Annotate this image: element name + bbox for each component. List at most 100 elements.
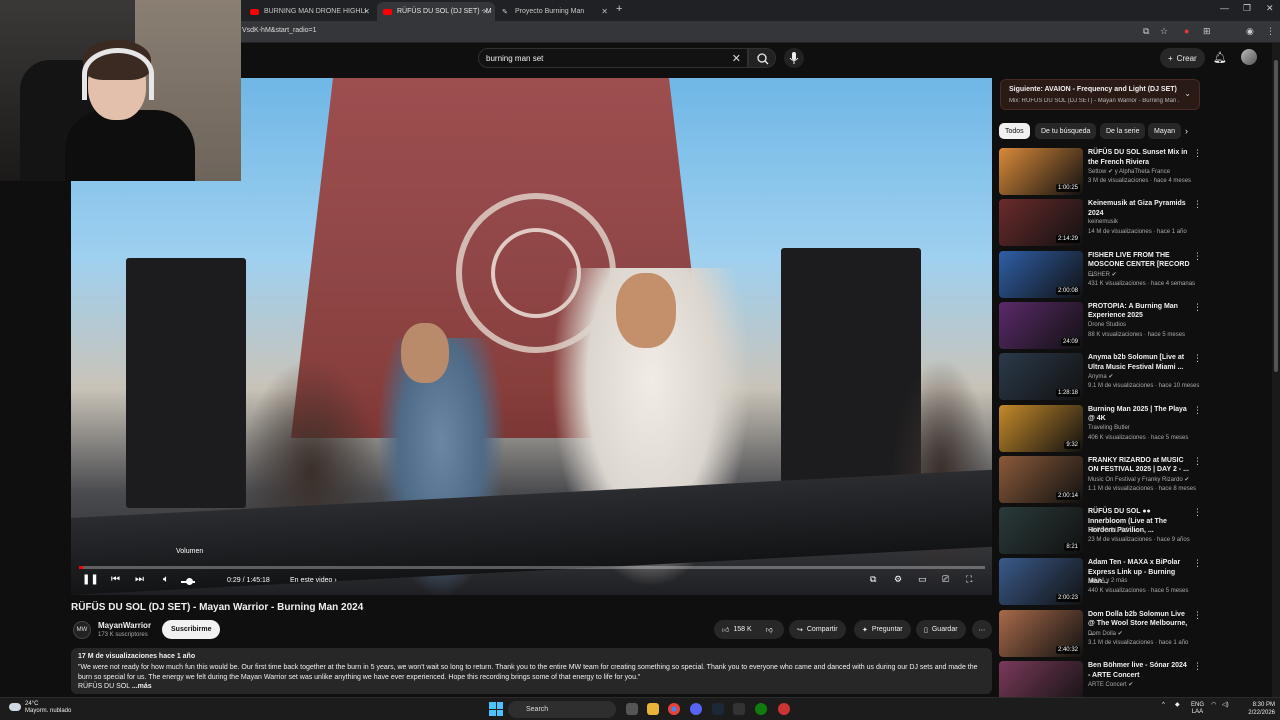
recommendation-title[interactable]: Burning Man 2025 | The Playa @ 4K (1088, 405, 1190, 424)
search-button[interactable] (748, 48, 776, 68)
more-vertical-icon[interactable]: ⋮ (1193, 507, 1202, 518)
dislike-icon[interactable]: 👎︎ (766, 625, 773, 634)
more-vertical-icon[interactable]: ⋮ (1193, 405, 1202, 416)
recommendation-channel[interactable]: FISHER ✔ (1088, 271, 1117, 278)
video-thumbnail[interactable]: 8:21 (999, 507, 1083, 555)
cast-icon[interactable]: ⎚ (942, 574, 949, 585)
voice-search-button[interactable] (784, 48, 804, 68)
video-thumbnail[interactable]: 9:32 (999, 404, 1083, 452)
recommendation-channel[interactable]: ARTE Concert ✔ (1088, 681, 1133, 688)
menu-dots-icon[interactable]: ⋮ (1266, 26, 1275, 37)
miniplayer-icon[interactable]: ▭ (918, 574, 927, 585)
scrollbar-thumb[interactable] (1274, 60, 1278, 372)
maximize-icon[interactable]: ❐ (1243, 3, 1251, 14)
more-actions-button[interactable]: ⋯ (972, 620, 992, 639)
weather-widget[interactable]: 24°C Mayorm. nublado (25, 701, 71, 715)
task-view-icon[interactable] (626, 703, 638, 715)
video-thumbnail[interactable]: 2:14:29 (999, 199, 1083, 247)
install-icon[interactable]: ⧉ (1143, 26, 1149, 37)
close-icon[interactable]: ✕ (363, 7, 370, 16)
new-tab-icon[interactable]: + (616, 3, 622, 15)
recommendation-item[interactable]: 2:40:32 Dom Dolla b2b Solomun Live @ The … (999, 609, 1204, 658)
wifi-icon[interactable]: ◠ (1211, 702, 1216, 709)
clear-icon[interactable]: ✕ (732, 52, 741, 65)
bookmark-star-icon[interactable]: ☆ (1160, 26, 1168, 37)
recommendation-channel[interactable]: MAXA y 2 más (1088, 578, 1127, 584)
channel-avatar[interactable]: MW (73, 621, 91, 639)
save-button[interactable]: ▯ Guardar (916, 620, 966, 639)
recommendation-item[interactable]: 1:00:25 RÜFÜS DU SOL Sunset Mix in the Fr… (999, 148, 1204, 196)
show-more-link[interactable]: ...más (132, 683, 152, 690)
like-icon[interactable]: 👍︎ (722, 625, 729, 634)
more-vertical-icon[interactable]: ⋮ (1193, 558, 1202, 569)
language-indicator[interactable]: ENG LAA (1191, 702, 1204, 716)
xbox-icon[interactable] (755, 703, 767, 715)
video-thumbnail[interactable]: 1:28:18 (999, 353, 1083, 401)
more-vertical-icon[interactable]: ⋮ (1193, 251, 1202, 262)
extension-icon[interactable]: ● (1184, 26, 1189, 36)
recommendation-item[interactable]: 2:00:14 FRANKY RIZARDO at MUSIC ON FESTIV… (999, 455, 1204, 504)
more-vertical-icon[interactable]: ⋮ (1193, 199, 1202, 210)
more-vertical-icon[interactable]: ⋮ (1193, 456, 1202, 467)
description-box[interactable]: 17 M de visualizaciones hace 1 año "We w… (71, 648, 992, 694)
recommendation-channel[interactable]: Settow ✔ y AlphaTheta France (1088, 168, 1170, 175)
subscribe-button[interactable]: Suscribirme (162, 620, 221, 639)
windows-start-icon[interactable] (489, 702, 503, 716)
video-thumbnail[interactable]: 1:00:25 (999, 148, 1083, 195)
up-next-panel[interactable]: Siguiente: AVAION - Frequency and Light … (1000, 79, 1200, 110)
recommendation-title[interactable]: Keinemusik at Giza Pyramids 2024 (1088, 199, 1190, 218)
recommendation-title[interactable]: Ben Böhmer live - Sónar 2024 - ARTE Conc… (1088, 661, 1190, 680)
chevron-right-icon[interactable]: › (1185, 126, 1188, 136)
settings-gear-icon[interactable]: ⚙ (894, 574, 902, 585)
tray-chevron-icon[interactable]: ^ (1162, 702, 1165, 709)
recommendation-channel[interactable]: Drone Studios (1088, 322, 1126, 328)
recommendation-channel[interactable]: Anyma ✔ (1088, 373, 1113, 380)
fullscreen-icon[interactable]: ⛶ (966, 574, 972, 585)
taskbar-clock[interactable]: 8:30 PM 2/22/2026 (1237, 701, 1275, 717)
recommendation-title[interactable]: RÜFÜS DU SOL Sunset Mix in the French Ri… (1088, 148, 1190, 167)
chapter-button[interactable]: En este video › (290, 577, 337, 584)
steam-icon[interactable] (712, 703, 724, 715)
previous-icon[interactable]: ⏮︎ (111, 574, 120, 585)
recommendation-item[interactable]: 2:00:08 FISHER LIVE FROM THE MOSCONE CENT… (999, 250, 1204, 299)
recommendation-item[interactable]: 1:28:18 Anyma b2b Solomun [Live at Ultra … (999, 353, 1204, 401)
close-icon[interactable]: ✕ (482, 7, 489, 16)
recommendation-title[interactable]: Anyma b2b Solomun [Live at Ultra Music F… (1088, 353, 1190, 372)
tray-app-icon[interactable]: ◆ (1175, 702, 1180, 709)
tab-rufus-du-sol[interactable]: RÜFÜS DU SOL (DJ SET) - M ✕ (377, 2, 495, 21)
chip-todos[interactable]: Todos (999, 123, 1030, 139)
video-thumbnail[interactable]: 24:09 (999, 301, 1083, 349)
minimize-icon[interactable]: — (1220, 3, 1229, 13)
speaker-icon[interactable]: ◁) (1222, 702, 1229, 709)
video-thumbnail[interactable]: 2:40:32 (999, 609, 1083, 657)
recommendation-channel[interactable]: RÜFÜS DU SOL ✔ (1088, 527, 1139, 534)
recommendation-item[interactable]: 24:09 PROTOPIA: A Burning Man Experience … (999, 301, 1204, 350)
search-input[interactable] (486, 54, 716, 63)
discord-icon[interactable] (690, 703, 702, 715)
video-thumbnail[interactable]: 2:00:23 (999, 558, 1083, 606)
avatar[interactable] (1241, 49, 1257, 65)
recommendation-item[interactable]: 2:14:29 Keinemusik at Giza Pyramids 2024 k… (999, 199, 1204, 247)
url-text[interactable]: VsdK-hM&start_radio=1 (242, 27, 317, 34)
tab-proyecto-burning-man[interactable]: ✎ Proyecto Burning Man ✕ (496, 2, 614, 21)
notifications-bell-icon[interactable]: 🔔︎ (1213, 51, 1227, 64)
chrome-icon[interactable] (668, 703, 680, 715)
share-button[interactable]: ↪ Compartir (789, 620, 846, 639)
channel-name[interactable]: MayanWarrior (98, 621, 151, 630)
chip-mayan[interactable]: Mayan (1148, 123, 1182, 139)
more-vertical-icon[interactable]: ⋮ (1193, 661, 1202, 672)
taskbar-search[interactable]: Search (508, 701, 616, 718)
chevron-down-icon[interactable]: ⌄ (1184, 89, 1191, 98)
recommendation-channel[interactable]: Dom Dolla ✔ (1088, 630, 1123, 637)
more-vertical-icon[interactable]: ⋮ (1193, 302, 1202, 313)
terminal-icon[interactable] (733, 703, 745, 715)
more-vertical-icon[interactable]: ⋮ (1193, 610, 1202, 621)
volume-icon[interactable]: 🔈︎ (163, 574, 169, 585)
next-icon[interactable]: ⏭︎ (135, 574, 144, 585)
file-explorer-icon[interactable] (647, 703, 659, 715)
create-button[interactable]: + Crear (1160, 48, 1205, 68)
extensions-puzzle-icon[interactable]: ⊞ (1203, 26, 1211, 37)
recommendation-title[interactable]: PROTOPIA: A Burning Man Experience 2025 (1088, 302, 1190, 321)
recommendation-item[interactable]: 2:00:23 Adam Ten - MAXA x BiPolar Express… (999, 558, 1204, 606)
chip-de-tu-busqueda[interactable]: De tu búsqueda (1035, 123, 1097, 139)
